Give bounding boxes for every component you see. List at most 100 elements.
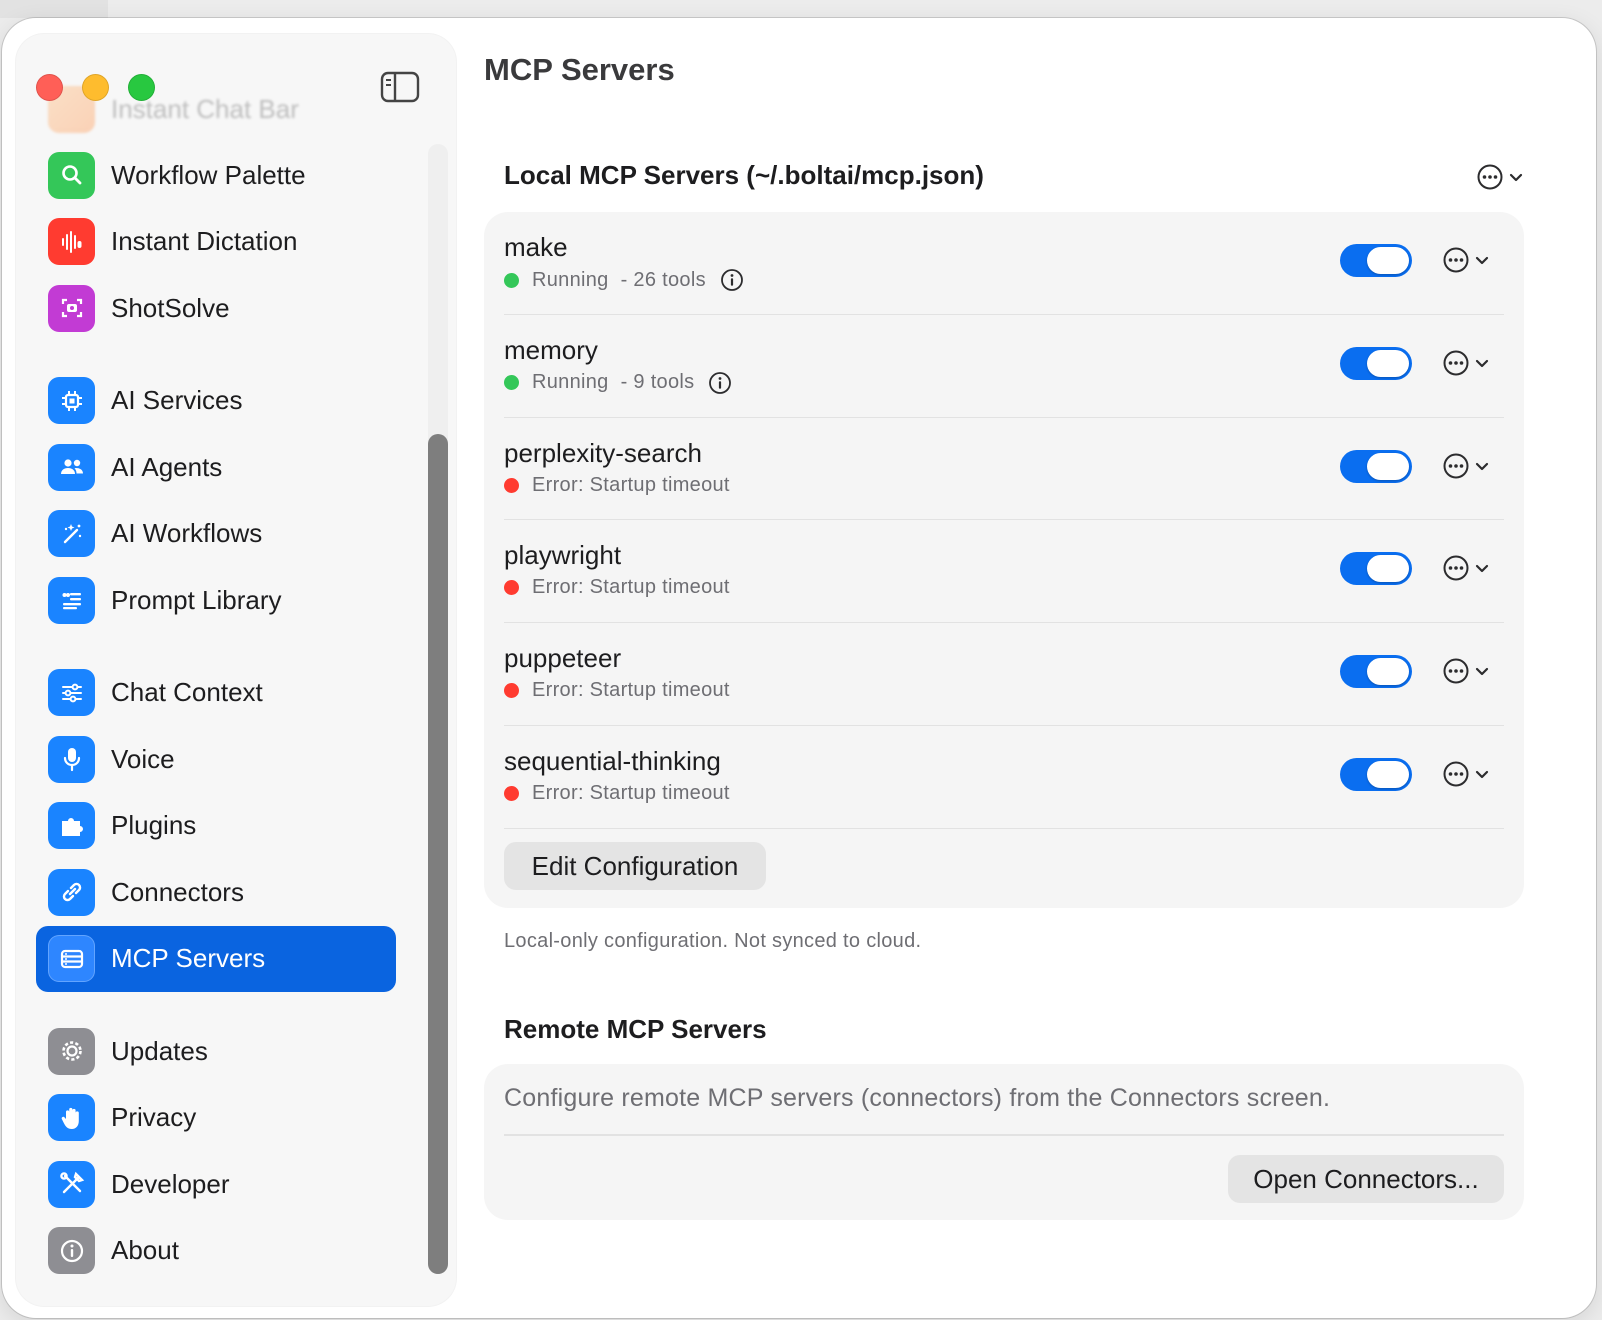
search-icon: [48, 151, 95, 199]
server-actions-menu[interactable]: [1442, 554, 1490, 582]
divider: [504, 1134, 1504, 1136]
waveform-icon: [48, 218, 95, 266]
sidebar-item-ai-services[interactable]: AI Services: [36, 368, 396, 435]
nav-group-spacer: [36, 992, 396, 1018]
status-text: Error: Startup timeout: [532, 576, 730, 599]
sidebar-item-label: Instant Dictation: [111, 226, 298, 257]
sidebar-item-label: Privacy: [111, 1102, 197, 1133]
sidebar-item-plugins[interactable]: Plugins: [36, 793, 396, 860]
window-controls: [36, 74, 155, 101]
sidebar-item-chat-context[interactable]: Chat Context: [36, 660, 396, 727]
ellipsis-circle-icon: [1443, 761, 1469, 787]
sidebar-item-connectors[interactable]: Connectors: [36, 859, 396, 926]
server-enabled-toggle[interactable]: [1340, 757, 1412, 791]
chevron-down-icon: [1475, 668, 1489, 676]
sidebar-item-mcp-servers[interactable]: MCP Servers: [36, 925, 396, 992]
server-actions-menu[interactable]: [1442, 246, 1490, 274]
sidebar-item-developer[interactable]: Developer: [36, 1151, 396, 1218]
sidebar-item-label: MCP Servers: [111, 943, 266, 974]
server-actions-menu[interactable]: [1442, 657, 1490, 685]
sidebar-item-instant-dictation[interactable]: Instant Dictation: [36, 209, 396, 276]
sidebar-item-label: Workflow Palette: [111, 159, 306, 190]
server-actions-menu[interactable]: [1442, 760, 1490, 788]
ellipsis-circle-icon: [1443, 658, 1469, 684]
server-status: Running - 26 tools: [504, 268, 744, 292]
ellipsis-circle-icon: [1477, 164, 1503, 190]
sliders-icon: [48, 669, 95, 717]
server-status: Error: Startup timeout: [504, 782, 730, 805]
status-dot-icon: [504, 580, 519, 596]
hand-icon: [48, 1094, 95, 1142]
sidebar-item-privacy[interactable]: Privacy: [36, 1085, 396, 1152]
maximize-window-button[interactable]: [128, 74, 155, 101]
server-enabled-toggle[interactable]: [1340, 449, 1412, 483]
server-status: Error: Startup timeout: [504, 576, 730, 599]
server-enabled-toggle[interactable]: [1340, 346, 1412, 380]
sidebar-item-label: ShotSolve: [111, 292, 230, 323]
sidebar-item-label: AI Services: [111, 385, 243, 416]
ellipsis-circle-icon: [1443, 555, 1469, 581]
toggle-knob: [1367, 555, 1409, 583]
chip-icon: [48, 377, 95, 425]
server-enabled-toggle[interactable]: [1340, 655, 1412, 689]
nav-group-spacer: [36, 342, 396, 368]
chevron-down-icon: [1509, 173, 1523, 182]
server-enabled-toggle[interactable]: [1340, 552, 1412, 586]
sidebar-item-label: AI Agents: [111, 451, 223, 482]
server-name: memory: [504, 334, 598, 365]
sidebar-item-updates[interactable]: Updates: [36, 1018, 396, 1085]
tools-count: - 9 tools: [620, 371, 695, 394]
chevron-down-icon: [1475, 565, 1489, 573]
status-text: Running: [532, 268, 609, 291]
server-actions-menu[interactable]: [1442, 452, 1490, 480]
minimize-window-button[interactable]: [82, 74, 109, 101]
sidebar-toggle-icon[interactable]: [380, 70, 420, 104]
ellipsis-circle-icon: [1443, 247, 1469, 273]
status-text: Error: Startup timeout: [532, 781, 730, 804]
screenshot-icon: [48, 284, 95, 332]
server-actions-menu[interactable]: [1442, 349, 1490, 377]
sidebar-scrollbar[interactable]: [428, 434, 448, 1274]
sidebar-item-label: AI Workflows: [111, 518, 263, 549]
info-icon: [48, 1227, 95, 1275]
chevron-down-icon: [1475, 462, 1489, 470]
sidebar-item-voice[interactable]: Voice: [36, 726, 396, 793]
info-icon[interactable]: [708, 371, 732, 395]
sidebar: Instant Chat Bar Workflow Palette Instant…: [16, 34, 456, 1306]
toggle-knob: [1367, 349, 1409, 377]
status-dot-icon: [504, 785, 519, 801]
sidebar-item-prompt-library[interactable]: Prompt Library: [36, 567, 396, 634]
gear-icon: [48, 1027, 95, 1075]
status-dot-icon: [504, 272, 519, 288]
sidebar-item-about[interactable]: About: [36, 1218, 396, 1285]
server-row-make: make Running - 26 tools: [504, 212, 1504, 315]
sidebar-item-shotsolve[interactable]: ShotSolve: [36, 275, 396, 342]
sidebar-item-workflow-palette[interactable]: Workflow Palette: [36, 142, 396, 209]
toggle-knob: [1367, 760, 1409, 788]
edit-configuration-button[interactable]: Edit Configuration: [504, 842, 766, 890]
server-icon: [48, 935, 95, 983]
nav-group-spacer: [36, 634, 396, 660]
remote-servers-title: Remote MCP Servers: [504, 1014, 767, 1044]
close-window-button[interactable]: [36, 74, 63, 101]
server-status: Error: Startup timeout: [504, 679, 730, 702]
server-name: make: [504, 232, 568, 262]
app-window: Instant Chat Bar Workflow Palette Instant…: [2, 18, 1596, 1318]
server-enabled-toggle[interactable]: [1340, 244, 1412, 277]
server-row-puppeteer: puppeteer Error: Startup timeout: [504, 623, 1504, 726]
sidebar-item-ai-workflows[interactable]: AI Workflows: [36, 501, 396, 568]
sidebar-item-label: Prompt Library: [111, 584, 282, 615]
sidebar-item-ai-agents[interactable]: AI Agents: [36, 434, 396, 501]
sidebar-item-label: About: [111, 1235, 179, 1266]
desktop-background: [0, 0, 108, 18]
open-connectors-button[interactable]: Open Connectors...: [1228, 1155, 1504, 1203]
local-servers-title: Local MCP Servers (~/.boltai/mcp.json): [504, 160, 984, 190]
sidebar-item-label: Voice: [111, 743, 175, 774]
ellipsis-circle-icon: [1443, 453, 1469, 479]
sidebar-item-label: Connectors: [111, 876, 244, 907]
sidebar-item-label: Plugins: [111, 810, 197, 841]
remote-servers-card: Configure remote MCP servers (connectors…: [484, 1064, 1524, 1220]
main-content: MCP Servers Local MCP Servers (~/.boltai…: [484, 18, 1544, 1318]
info-icon[interactable]: [720, 268, 744, 292]
local-servers-menu[interactable]: [1476, 163, 1524, 191]
